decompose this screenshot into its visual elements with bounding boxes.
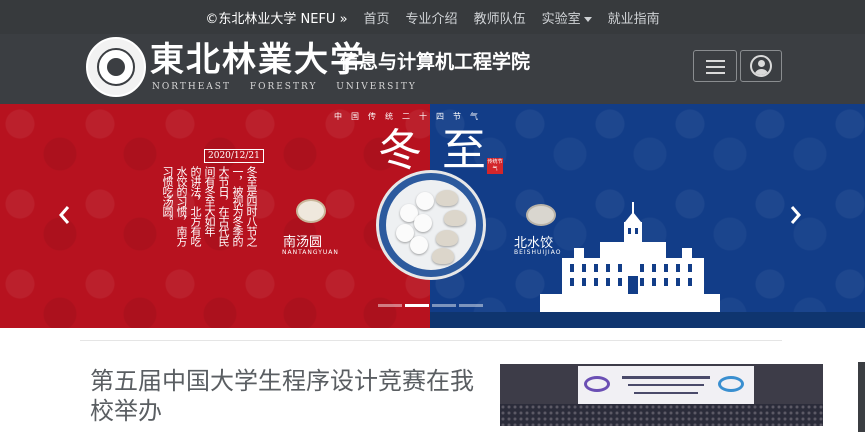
tangyuan-ball xyxy=(414,214,432,232)
nav-item-home[interactable]: 首页 xyxy=(364,8,390,27)
dumpling-piece xyxy=(444,210,466,226)
hamburger-menu-icon xyxy=(706,66,725,68)
tangyuan-icon xyxy=(296,199,326,223)
carousel-indicator[interactable] xyxy=(432,304,456,307)
seal-core xyxy=(107,58,125,76)
dumpling-bowl-image xyxy=(376,170,486,280)
audience-crowd xyxy=(500,404,823,426)
hamburger-menu-icon xyxy=(706,72,725,74)
poem-column: 习惯吃汤圆。 xyxy=(161,166,174,226)
user-account-button[interactable] xyxy=(740,50,782,82)
carousel-next-button[interactable] xyxy=(790,205,802,225)
carousel-indicator-active[interactable] xyxy=(405,304,429,307)
left-dish-label: 南汤圆 xyxy=(283,235,323,250)
nav-item-faculty[interactable]: 教师队伍 xyxy=(474,8,526,27)
poem-column: 水饺的习惯，南方 xyxy=(175,166,188,246)
user-head xyxy=(758,60,765,67)
poem-column: 冬至是四时八节之 xyxy=(245,166,258,246)
site-header: 東北林業大学 信息与计算机工程学院 NORTHEAST FORESTRY UNI… xyxy=(0,34,865,104)
campus-building-illustration xyxy=(540,202,720,312)
news-photo[interactable] xyxy=(500,364,823,426)
header-edge-strip xyxy=(858,362,865,432)
dumpling-piece xyxy=(432,248,454,264)
carousel-indicator[interactable] xyxy=(459,304,483,307)
nav-item-career[interactable]: 就业指南 xyxy=(608,8,660,27)
poem-column: 的讲法，北方有吃 xyxy=(189,166,202,246)
seal-inner-ring xyxy=(97,48,135,86)
university-name: 東北林業大学 xyxy=(150,40,366,80)
hero-carousel[interactable]: 中国传统二十四节气 冬至 传统节气 2020/12/21 冬至是四时八节之 一，… xyxy=(0,104,865,328)
nav-item-labs-dropdown[interactable]: 实验室 xyxy=(542,8,592,27)
bowl-inner xyxy=(386,180,476,270)
brand-link[interactable]: ©东北林业大学 NEFU » xyxy=(205,8,347,27)
university-seal-logo[interactable] xyxy=(86,37,146,97)
chevron-right-icon xyxy=(790,206,801,224)
banner-ground xyxy=(430,312,865,328)
news-section: 第五届中国大学生程序设计竞赛在我校举办 xyxy=(0,328,865,432)
carousel-indicators xyxy=(378,304,483,307)
tangyuan-ball xyxy=(410,236,428,254)
left-dish-english: NANTANGYUAN xyxy=(282,249,339,256)
user-body xyxy=(754,69,769,75)
poem-column: 间有冬至大如年 xyxy=(203,166,216,236)
hamburger-menu-icon xyxy=(706,60,725,62)
top-navbar: ©东北林业大学 NEFU » 首页 专业介绍 教师队伍 实验室 就业指南 xyxy=(0,0,865,34)
poem-column: 大节日，在古代民 xyxy=(217,166,230,246)
screen-text-line xyxy=(634,392,698,394)
carousel-prev-button[interactable] xyxy=(58,205,70,225)
section-divider xyxy=(80,340,782,341)
university-english-name: NORTHEAST FORESTRY UNIVERSITY xyxy=(152,82,417,92)
banner-poem: 冬至是四时八节之 一，被视为冬季的 大节日，在古代民 间有冬至大如年 的讲法，北… xyxy=(161,166,258,276)
nav-item-labs-label: 实验室 xyxy=(541,11,581,27)
college-name: 信息与计算机工程学院 xyxy=(340,51,531,73)
dumpling-piece xyxy=(436,230,458,246)
banner-subtitle: 中国传统二十四节气 xyxy=(334,112,487,121)
ccpc-logo-right xyxy=(718,376,744,392)
user-account-icon xyxy=(750,55,772,77)
screen-text-line xyxy=(628,384,704,386)
dumpling-piece xyxy=(436,190,458,206)
banner-stamp: 传统节气 xyxy=(487,158,503,174)
banner-date: 2020/12/21 xyxy=(204,149,264,163)
caret-down-icon xyxy=(583,16,592,22)
nav-item-majors[interactable]: 专业介绍 xyxy=(406,8,458,27)
carousel-indicator[interactable] xyxy=(378,304,402,307)
stage-screen xyxy=(578,366,754,406)
hamburger-menu-button[interactable] xyxy=(693,50,737,82)
screen-text-line xyxy=(622,376,710,379)
chevron-left-icon xyxy=(59,206,70,224)
ccpc-logo-left xyxy=(584,376,610,392)
tangyuan-ball xyxy=(416,192,434,210)
poem-column: 一，被视为冬季的 xyxy=(231,166,244,246)
news-headline-link[interactable]: 第五届中国大学生程序设计竞赛在我校举办 xyxy=(90,366,490,426)
